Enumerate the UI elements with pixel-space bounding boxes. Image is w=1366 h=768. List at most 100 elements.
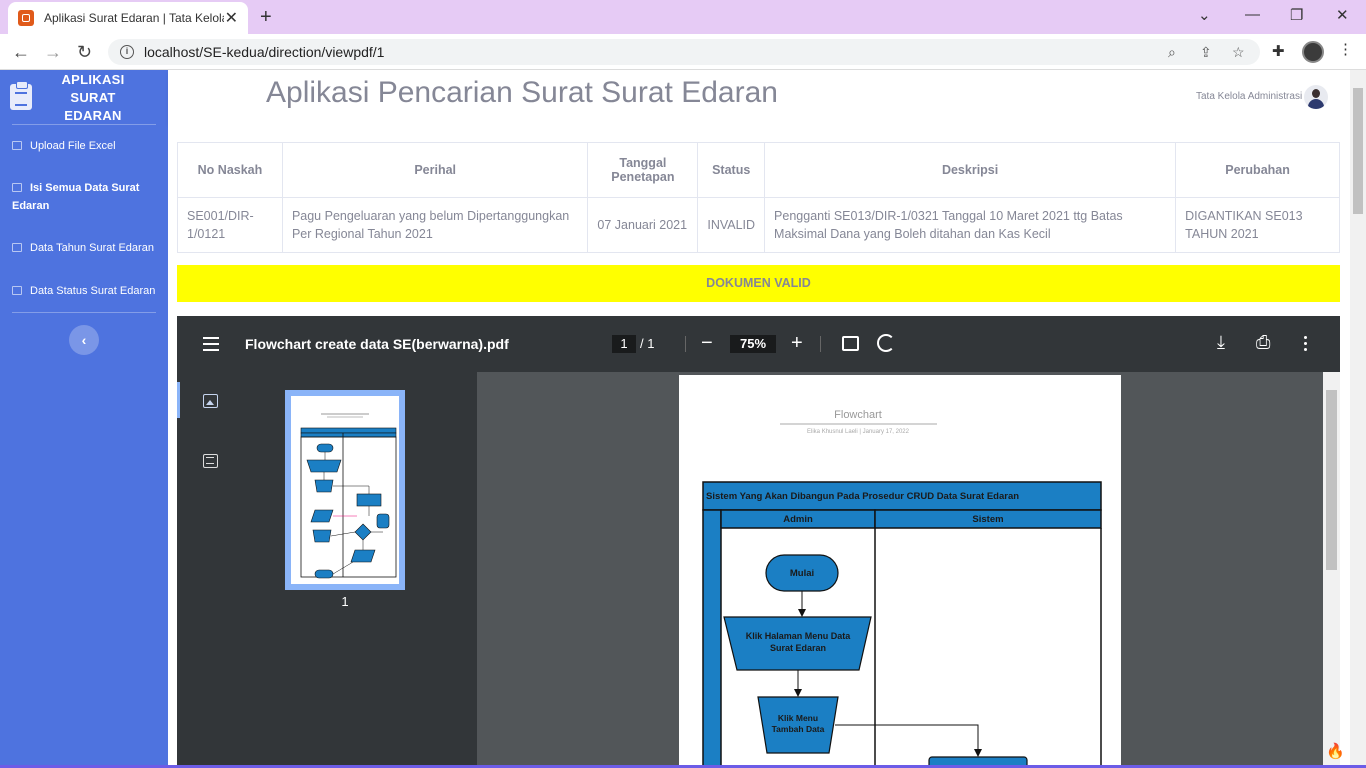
forward-icon[interactable]: → <box>44 42 62 63</box>
address-bar: ← → ↻ i localhost/SE-kedua/direction/vie… <box>0 34 1366 70</box>
cell-tanggal: 07 Januari 2021 <box>587 197 699 253</box>
sidebar-item-status[interactable]: Data Status Surat Edaran <box>12 282 162 300</box>
thumbnail-page-number: 1 <box>341 594 349 609</box>
sidebar-item-label: Isi Semua Data Surat Edaran <box>12 182 140 212</box>
cell-perihal: Pagu Pengeluaran yang belum Dipertanggun… <box>281 197 589 253</box>
flow-start-label: Mulai <box>790 568 814 579</box>
browser-tab-bar: Aplikasi Surat Edaran | Tata Kelola Admi… <box>0 0 1366 34</box>
column-header: Tanggal Penetapan <box>587 142 699 198</box>
share-icon[interactable]: ⇪ <box>1200 44 1212 61</box>
flowchart-diagram: Flowchart Elika Khusnul Laeli | January … <box>702 409 1102 768</box>
xampp-favicon-icon <box>18 10 34 26</box>
page-number-input[interactable]: 1 <box>612 335 636 353</box>
lane-admin-label: Admin <box>783 514 813 525</box>
column-header: Status <box>697 142 766 198</box>
lane-sistem-label: Sistem <box>972 514 1003 525</box>
flow-menu-label-1: Klik Halaman Menu Data <box>746 631 852 641</box>
more-options-icon[interactable] <box>1304 336 1307 352</box>
cell-status: INVALID <box>697 197 766 253</box>
download-icon[interactable]: ⤓ <box>1217 332 1225 353</box>
table-header-row: No Naskah Perihal Tanggal Penetapan Stat… <box>177 142 1340 198</box>
browser-menu-icon[interactable]: ⋮ <box>1338 40 1353 58</box>
user-avatar[interactable] <box>1304 85 1328 109</box>
pdf-toolbar: Flowchart create data SE(berwarna).pdf 1… <box>177 316 1340 372</box>
sidebar-divider <box>12 124 156 125</box>
hamburger-menu-icon[interactable] <box>203 337 219 351</box>
minimize-icon[interactable]: — <box>1245 6 1260 23</box>
cell-no-naskah: SE001/DIR-1/0121 <box>177 197 283 253</box>
page-total: / 1 <box>640 336 655 351</box>
extensions-icon[interactable]: ✚ <box>1272 42 1285 60</box>
sidebar-item-isi-data[interactable]: Isi Semua Data Surat Edaran <box>12 179 162 215</box>
sidebar-toggle-button[interactable]: ‹ <box>69 325 99 355</box>
page-title: Aplikasi Pencarian Surat Surat Edaran <box>266 76 778 109</box>
new-tab-button[interactable]: + <box>260 6 272 29</box>
table-icon <box>12 286 22 295</box>
fire-icon[interactable]: 🔥 <box>1326 742 1345 760</box>
thumbnails-icon[interactable] <box>203 394 218 408</box>
url-text: localhost/SE-kedua/direction/viewpdf/1 <box>144 44 385 60</box>
tab-search-icon[interactable]: ⌄ <box>1198 6 1211 24</box>
zoom-in-button[interactable]: + <box>791 331 803 355</box>
page-thumbnail[interactable] <box>285 390 405 590</box>
column-header: Deskripsi <box>764 142 1177 198</box>
site-info-icon[interactable]: i <box>120 45 134 59</box>
brand-text: APLIKASI SURAT EDARAN <box>61 72 125 123</box>
column-header: No Naskah <box>177 142 283 198</box>
document-valid-banner: DOKUMEN VALID <box>177 265 1340 302</box>
pool-title: Sistem Yang Akan Dibangun Pada Prosedur … <box>706 491 1019 502</box>
calendar-icon <box>12 243 22 252</box>
flow-tambah-label-2: Tambah Data <box>772 724 825 734</box>
zoom-level-input[interactable]: 75% <box>730 335 776 353</box>
clipboard-icon <box>10 81 32 110</box>
pdf-page: Flowchart Elika Khusnul Laeli | January … <box>679 375 1121 768</box>
toolbar-divider <box>685 336 686 352</box>
sidebar-item-label: Data Status Surat Edaran <box>30 285 156 297</box>
print-icon[interactable]: ⎙ <box>1256 332 1270 353</box>
toolbar-divider <box>820 336 821 352</box>
surat-edaran-table: No Naskah Perihal Tanggal Penetapan Stat… <box>177 142 1340 253</box>
window-close-icon[interactable]: ✕ <box>1336 6 1349 24</box>
pdf-scrollbar[interactable] <box>1323 372 1340 768</box>
active-indicator <box>177 382 180 418</box>
cell-perubahan: DIGANTIKAN SE013 TAHUN 2021 <box>1175 197 1340 253</box>
table-row: SE001/DIR-1/0121 Pagu Pengeluaran yang b… <box>177 197 1340 253</box>
url-field[interactable]: i localhost/SE-kedua/direction/viewpdf/1… <box>108 39 1260 65</box>
file-icon <box>12 183 22 192</box>
flow-tambah-label-1: Klik Menu <box>778 713 818 723</box>
doc-title: Flowchart <box>834 409 882 421</box>
tab-title: Aplikasi Surat Edaran | Tata Kelola Admi… <box>44 11 224 25</box>
user-name[interactable]: Tata Kelola Administrasi <box>1196 91 1302 102</box>
page-scrollbar[interactable] <box>1350 70 1366 768</box>
sidebar-item-label: Upload File Excel <box>30 140 116 152</box>
sidebar: APLIKASI SURAT EDARAN Upload File Excel … <box>0 70 168 768</box>
zoom-icon[interactable]: ⌕ <box>1168 44 1176 61</box>
browser-tab[interactable]: Aplikasi Surat Edaran | Tata Kelola Admi… <box>8 2 248 34</box>
column-header: Perubahan <box>1175 142 1340 198</box>
sidebar-brand[interactable]: APLIKASI SURAT EDARAN <box>0 70 168 124</box>
pdf-sidebar: 1 <box>177 372 477 768</box>
cell-deskripsi: Pengganti SE013/DIR-1/0321 Tanggal 10 Ma… <box>764 197 1177 253</box>
pdf-viewer: Flowchart create data SE(berwarna).pdf 1… <box>177 316 1340 768</box>
reload-icon[interactable]: ↻ <box>77 42 92 63</box>
rotate-icon[interactable] <box>877 334 895 352</box>
column-header: Perihal <box>281 142 589 198</box>
bookmark-star-icon[interactable]: ☆ <box>1232 44 1245 61</box>
doc-subtitle: Elika Khusnul Laeli | January 17, 2022 <box>807 429 910 435</box>
sidebar-item-upload[interactable]: Upload File Excel <box>12 137 162 155</box>
topbar: Aplikasi Pencarian Surat Surat Edaran Ta… <box>168 70 1350 124</box>
profile-avatar[interactable] <box>1302 41 1324 63</box>
outline-icon[interactable] <box>203 454 218 468</box>
pdf-filename: Flowchart create data SE(berwarna).pdf <box>245 336 509 352</box>
fit-page-icon[interactable] <box>842 336 859 351</box>
sidebar-divider <box>12 312 156 313</box>
tab-close-icon[interactable]: ✕ <box>225 8 238 28</box>
table-icon <box>12 141 22 150</box>
back-icon[interactable]: ← <box>12 42 30 63</box>
thumbnail-flowchart-image <box>300 413 397 579</box>
sidebar-item-label: Data Tahun Surat Edaran <box>30 242 154 254</box>
flow-menu-label-2: Surat Edaran <box>770 643 826 653</box>
zoom-out-button[interactable]: − <box>701 331 713 355</box>
sidebar-item-tahun[interactable]: Data Tahun Surat Edaran <box>12 239 162 257</box>
restore-icon[interactable]: ❐ <box>1290 6 1303 24</box>
